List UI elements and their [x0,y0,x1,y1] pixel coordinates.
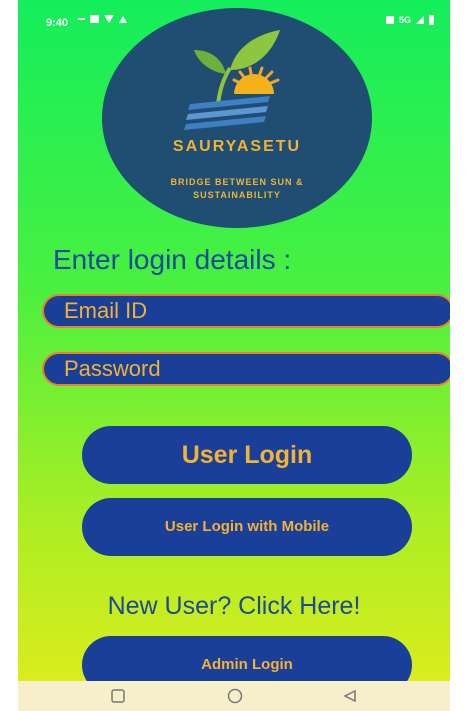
network-type: 5G [398,15,411,25]
wifi-icon [104,15,114,23]
status-time: 9:40 [46,17,69,29]
system-icons: 5G [385,15,434,25]
app-tagline: BRIDGE BETWEEN SUN & SUSTAINABILITY [170,177,304,200]
dash-icon [78,18,85,20]
password-field[interactable]: Password [42,352,450,386]
app-name: SAURYASETU [172,138,302,155]
email-field[interactable]: Email ID [42,294,450,328]
back-triangle-icon[interactable] [342,688,358,709]
notification-icons [78,15,127,23]
email-placeholder: Email ID [64,298,148,323]
login-heading: Enter login details : [53,244,292,275]
solar-plant-logo-icon [184,30,280,130]
sim-icon [385,16,394,24]
user-login-button[interactable]: User Login [82,426,412,484]
recents-square-icon[interactable] [110,688,126,709]
app-logo: SAURYASETU BRIDGE BETWEEN SUN & SUSTAINA… [102,8,372,228]
leaf-large [230,30,280,70]
user-login-mobile-button[interactable]: User Login with Mobile [82,498,412,556]
app-screen: 9:40 5G SAURYASETU BRIDGE BETWEEN SUN & … [18,0,450,711]
navigation-bar [18,681,450,711]
home-circle-icon[interactable] [226,688,244,709]
leaf-small [194,50,226,74]
warning-icon [119,15,127,23]
battery-icon [429,15,434,25]
new-user-link[interactable]: New User? Click Here! [18,592,450,621]
signal-icon [416,16,424,24]
password-placeholder: Password [64,356,161,381]
message-icon [90,15,99,23]
